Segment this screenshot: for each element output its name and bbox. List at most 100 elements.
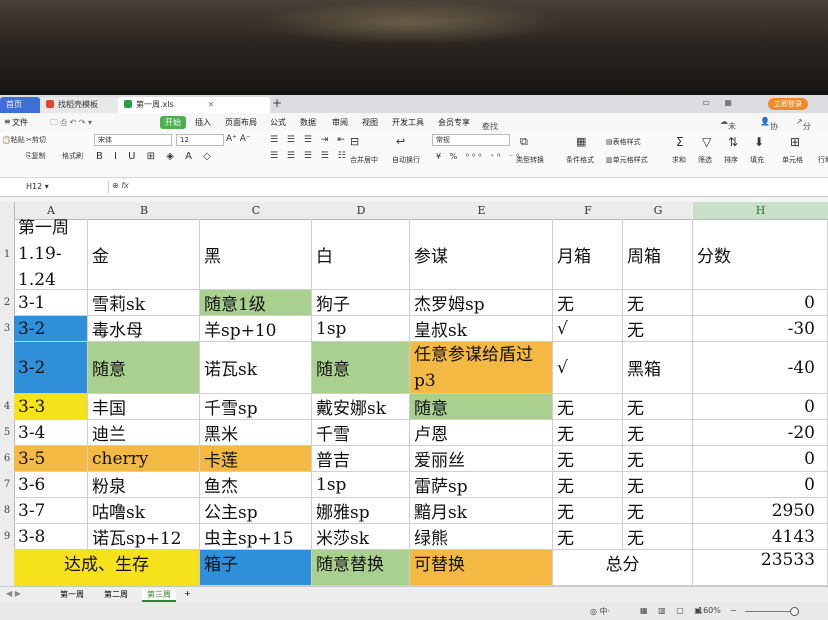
zoom-out-icon[interactable]: −: [730, 606, 737, 615]
row-header[interactable]: 7: [0, 472, 15, 499]
table-cell[interactable]: 普吉: [312, 446, 410, 472]
column-header-f[interactable]: F: [553, 202, 624, 220]
table-cell[interactable]: 随意: [312, 342, 410, 394]
sort-button[interactable]: 排序: [724, 155, 738, 165]
table-cell[interactable]: 戴安娜sk: [312, 394, 410, 420]
column-header-d[interactable]: D: [312, 202, 411, 220]
table-cell[interactable]: 0: [693, 290, 828, 316]
table-cell[interactable]: 无: [623, 316, 693, 342]
copy-button[interactable]: ⎘复制: [26, 151, 46, 161]
legend-box[interactable]: 箱子: [200, 550, 312, 586]
menu-member[interactable]: 会员专享: [438, 117, 470, 128]
table-cell[interactable]: 1sp: [312, 472, 410, 498]
sum-button[interactable]: 求和: [672, 155, 686, 165]
cell-style-button[interactable]: ▥单元格样式: [606, 155, 648, 165]
table-cell[interactable]: 公主sp: [200, 498, 312, 524]
cut-button[interactable]: ✂剪切: [26, 135, 46, 145]
table-cell[interactable]: 丰国: [88, 394, 200, 420]
total-label[interactable]: 总分: [553, 550, 693, 586]
table-cell[interactable]: -30: [693, 316, 828, 342]
format-painter-button[interactable]: 格式刷: [62, 151, 83, 161]
menu-data[interactable]: 数据: [300, 117, 316, 128]
table-cell[interactable]: 4143: [693, 524, 828, 550]
zoom-level[interactable]: 160%: [698, 606, 721, 615]
hamburger-icon[interactable]: ≡: [4, 117, 11, 126]
view-mode-icons[interactable]: ▦ ▥ ▢ ▣: [640, 606, 706, 615]
header-cell[interactable]: 参谋: [410, 219, 553, 290]
header-cell[interactable]: 金: [88, 219, 200, 290]
table-cell[interactable]: cherry: [88, 446, 200, 472]
name-box[interactable]: H12 ▾: [0, 181, 109, 193]
column-header-c[interactable]: C: [200, 202, 313, 220]
table-cell[interactable]: 0: [693, 394, 828, 420]
table-cell[interactable]: 随意: [410, 394, 553, 420]
align-horizontal-icons[interactable]: ☰ ☰ ☰ ☰ ☷: [270, 151, 349, 161]
new-tab-button[interactable]: +: [272, 96, 282, 110]
table-cell[interactable]: 黑米: [200, 420, 312, 446]
cell-button[interactable]: 单元格: [782, 155, 803, 165]
menu-file[interactable]: 文件: [12, 117, 28, 128]
table-cell[interactable]: 3-5: [14, 446, 88, 472]
font-grow-shrink-icons[interactable]: A⁺ A⁻: [226, 134, 251, 144]
header-cell[interactable]: 周箱: [623, 219, 693, 290]
header-cell[interactable]: 白: [312, 219, 410, 290]
tab-home[interactable]: 首页: [0, 97, 40, 113]
table-cell[interactable]: 无: [623, 524, 693, 550]
tab-close-icon[interactable]: ✕: [208, 100, 215, 109]
table-cell[interactable]: 皇叔sk: [410, 316, 553, 342]
table-cell[interactable]: 无: [623, 446, 693, 472]
table-cell[interactable]: 随意: [88, 342, 200, 394]
table-cell[interactable]: 米莎sk: [312, 524, 410, 550]
table-cell[interactable]: 随意1级: [200, 290, 312, 316]
row-header[interactable]: 5: [0, 420, 15, 447]
table-cell[interactable]: 无: [553, 524, 623, 550]
table-cell[interactable]: 千雪: [312, 420, 410, 446]
menu-dev-tools[interactable]: 开发工具: [392, 117, 424, 128]
table-cell[interactable]: 3-7: [14, 498, 88, 524]
table-cell[interactable]: √: [553, 316, 623, 342]
sheet-tab-1[interactable]: 第一周: [60, 589, 84, 600]
table-cell[interactable]: 3-4: [14, 420, 88, 446]
tab-template[interactable]: 找稻壳模板: [40, 97, 124, 113]
table-cell[interactable]: 诺瓦sp+12: [88, 524, 200, 550]
menu-view[interactable]: 视图: [362, 117, 378, 128]
unsynced-status[interactable]: ☁未同步: [720, 117, 736, 153]
table-cell[interactable]: 3-3: [14, 394, 88, 420]
menu-insert[interactable]: 插入: [195, 117, 211, 128]
row-header[interactable]: [0, 550, 15, 586]
table-cell[interactable]: 爱丽丝: [410, 446, 553, 472]
table-cell[interactable]: 娜雅sp: [312, 498, 410, 524]
zoom-slider-handle[interactable]: [790, 607, 799, 616]
row-header[interactable]: 4: [0, 394, 15, 421]
window-layout-icons[interactable]: ▭ ▦: [702, 98, 738, 107]
table-cell[interactable]: 狗子: [312, 290, 410, 316]
eye-protect-icon[interactable]: ◎ 中·: [590, 606, 610, 617]
table-cell[interactable]: 绿熊: [410, 524, 553, 550]
table-cell[interactable]: -40: [693, 342, 828, 394]
header-cell[interactable]: 分数: [693, 219, 828, 290]
collab-button[interactable]: 👤协作: [760, 117, 778, 142]
row-header[interactable]: 3: [0, 316, 15, 343]
table-cell[interactable]: 无: [553, 472, 623, 498]
row-col-button[interactable]: 行和列: [818, 155, 828, 165]
menu-formula[interactable]: 公式: [270, 117, 286, 128]
row-header[interactable]: [0, 342, 15, 395]
select-all-corner[interactable]: [0, 202, 15, 220]
menu-page-layout[interactable]: 页面布局: [225, 117, 257, 128]
add-sheet-button[interactable]: +: [184, 589, 191, 598]
menu-start[interactable]: 开始: [160, 116, 186, 129]
table-cell[interactable]: 无: [623, 394, 693, 420]
legend-achieve-survive[interactable]: 达成、生存: [14, 550, 200, 586]
legend-replaceable[interactable]: 可替换: [410, 550, 553, 586]
table-style-button[interactable]: ▤表格样式: [606, 137, 641, 147]
table-cell[interactable]: 诺瓦sk: [200, 342, 312, 394]
sheet-nav-arrows[interactable]: ◀ ▶: [6, 589, 21, 598]
type-convert-button[interactable]: 类型转换: [516, 155, 544, 165]
table-cell[interactable]: 1sp: [312, 316, 410, 342]
row-header[interactable]: 8: [0, 498, 15, 525]
sheet-tab-2[interactable]: 第二周: [104, 589, 128, 600]
table-cell[interactable]: 雷萨sp: [410, 472, 553, 498]
header-cell[interactable]: 黑: [200, 219, 312, 290]
table-cell[interactable]: 无: [553, 394, 623, 420]
table-cell[interactable]: 3-2: [14, 342, 88, 394]
